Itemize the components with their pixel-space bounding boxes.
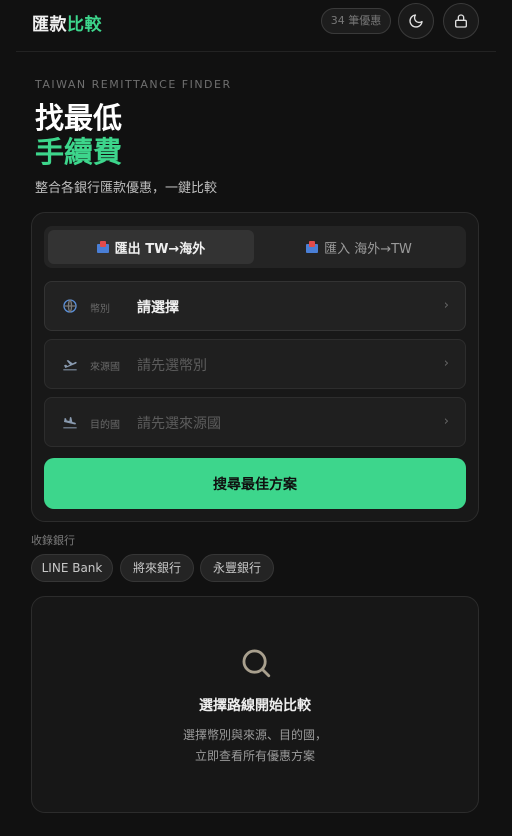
source-country-select[interactable]: 來源國 請先選幣別 › (44, 339, 466, 389)
empty-state-title: 選擇路線開始比較 (199, 698, 311, 714)
tab-outbound-label: 匯出 TW→海外 (114, 241, 206, 257)
source-country-value: 請先選幣別 (137, 358, 207, 374)
bank-chip[interactable]: 將來銀行 (120, 554, 194, 582)
currency-label: 幣別 (90, 304, 110, 315)
empty-state-description: 立即查看所有優惠方案 (194, 749, 315, 763)
plane-departure-icon (63, 360, 77, 371)
destination-country-select[interactable]: 目的國 請先選來源國 › (44, 397, 466, 447)
plane-arrival-icon (63, 417, 77, 429)
page-title-line1: 找最低 (35, 101, 123, 135)
globe-icon (63, 299, 77, 313)
search-icon (242, 649, 271, 678)
theme-toggle-button[interactable] (398, 3, 434, 39)
moon-icon (409, 14, 423, 28)
currency-value: 請選擇 (137, 300, 179, 316)
chevron-right-icon: › (443, 356, 449, 371)
destination-country-label: 目的國 (90, 420, 120, 431)
logo-text-part2: 比較 (67, 15, 102, 35)
logo[interactable]: 匯款比較 (32, 10, 102, 35)
tab-inbound[interactable]: 匯入 海外→TW (256, 230, 462, 264)
empty-state-card: 選擇路線開始比較 選擇幣別與來源、目的國， 立即查看所有優惠方案 (31, 596, 479, 813)
bank-chip[interactable]: LINE Bank (31, 554, 113, 582)
search-button[interactable]: 搜尋最佳方案 (44, 458, 466, 509)
search-card: 匯出 TW→海外 匯入 海外→TW 幣別 請選擇 › 來源國 請先選幣別 › 目… (31, 212, 479, 522)
page-title-line2: 手續費 (35, 135, 123, 169)
eyebrow-text: TAIWAN REMITTANCE FINDER (35, 78, 232, 91)
source-country-label: 來源國 (90, 362, 120, 373)
flag-icon (96, 241, 109, 253)
chevron-right-icon: › (443, 414, 449, 429)
bank-chip[interactable]: 永豐銀行 (200, 554, 274, 582)
chevron-right-icon: › (443, 298, 449, 313)
top-bar: 匯款比較 34 筆優惠 (16, 0, 496, 52)
destination-country-value: 請先選來源國 (137, 416, 221, 432)
offer-count-badge: 34 筆優惠 (321, 8, 391, 34)
lock-button[interactable] (443, 3, 479, 39)
empty-state-description: 選擇幣別與來源、目的國， (182, 728, 327, 742)
banks-label: 收錄銀行 (31, 534, 75, 547)
logo-text-part1: 匯款 (32, 15, 67, 35)
flag-icon (306, 241, 319, 253)
tab-outbound[interactable]: 匯出 TW→海外 (48, 230, 254, 264)
lock-icon (455, 14, 467, 28)
direction-tabs: 匯出 TW→海外 匯入 海外→TW (44, 226, 466, 268)
tab-inbound-label: 匯入 海外→TW (324, 241, 412, 257)
currency-select[interactable]: 幣別 請選擇 › (44, 281, 466, 331)
page-subtitle: 整合各銀行匯款優惠，一鍵比較 (35, 181, 218, 196)
